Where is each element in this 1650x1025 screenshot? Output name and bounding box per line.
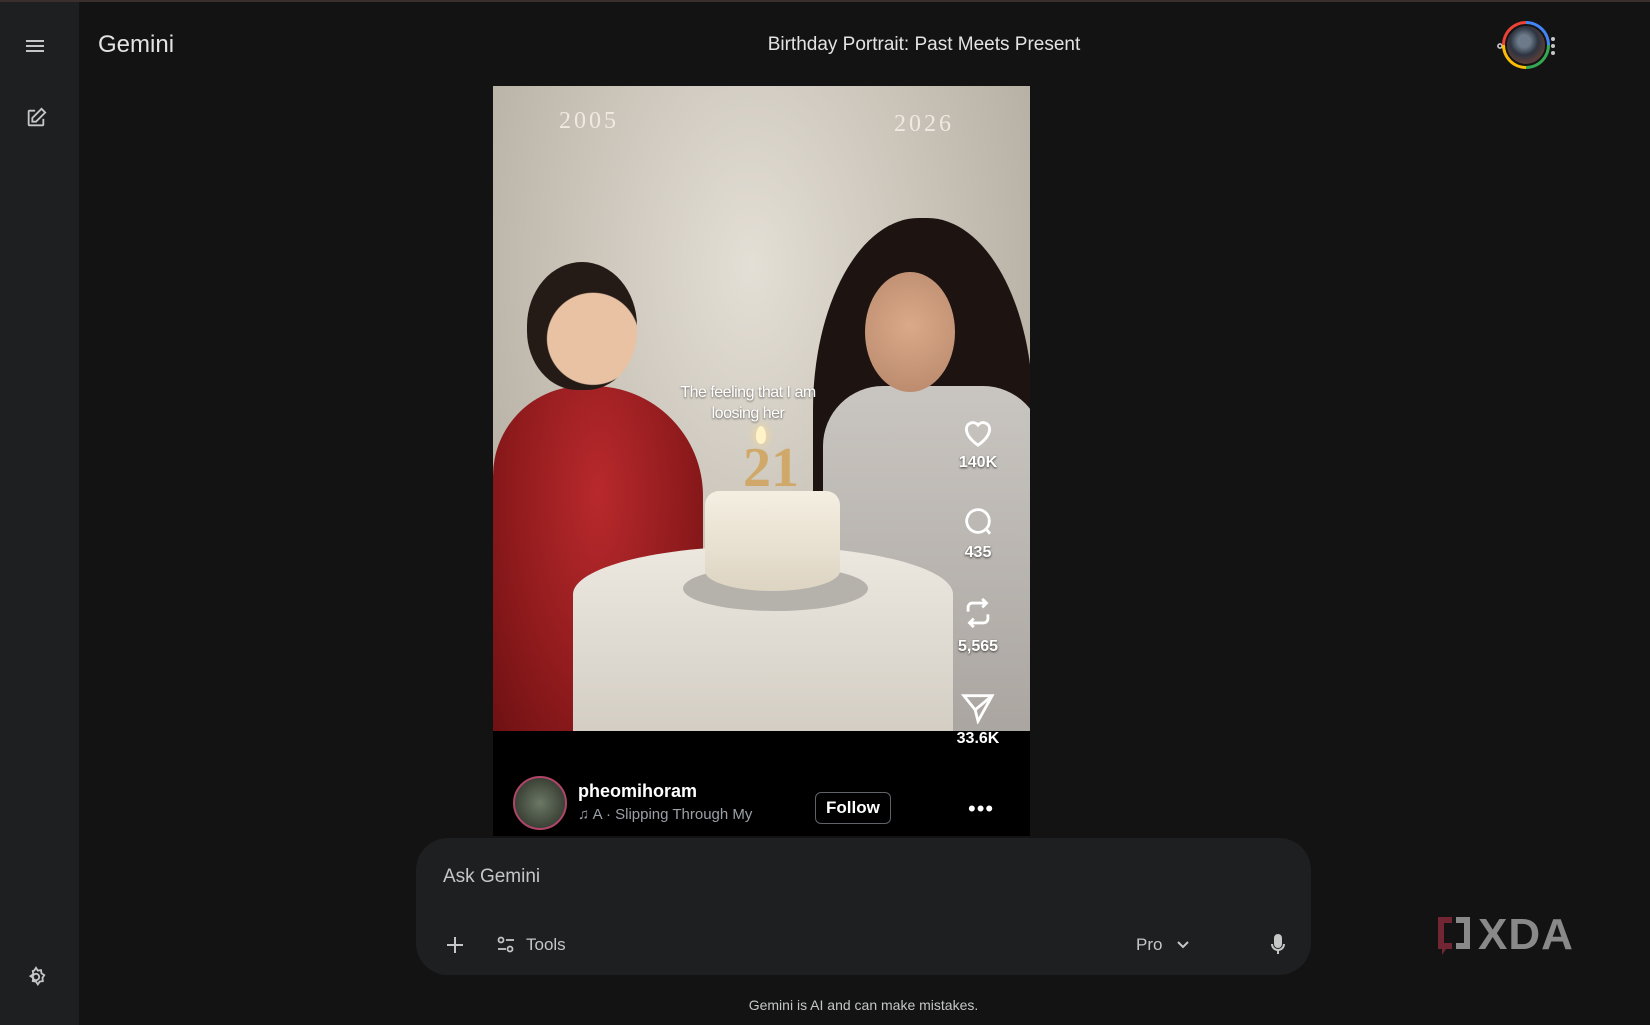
author-avatar[interactable] — [513, 776, 567, 830]
comment-action[interactable]: 435 — [933, 504, 1023, 562]
author-handle[interactable]: pheomihoram — [578, 781, 697, 802]
share-action[interactable]: 33.6K — [933, 690, 1023, 748]
tools-icon — [497, 936, 514, 953]
ai-disclaimer: Gemini is AI and can make mistakes. — [748, 997, 979, 1013]
microphone-icon — [1271, 934, 1285, 954]
year-right: 2026 — [894, 111, 954, 137]
conversation-title[interactable]: Birthday Portrait: Past Meets Present — [679, 34, 1169, 56]
audio-track[interactable]: ♫ A · Slipping Through My — [578, 806, 752, 823]
candle-flame — [756, 426, 766, 444]
xda-logo-icon — [1438, 917, 1470, 955]
music-note-icon: ♫ — [578, 806, 590, 823]
like-action[interactable]: 140K — [933, 416, 1023, 472]
gemini-app: Gemini Birthday Portrait: Past Meets Pre… — [0, 0, 1650, 1025]
comment-count: 435 — [964, 544, 992, 561]
watermark-text: XDA — [1478, 910, 1574, 959]
child-head — [527, 262, 637, 390]
number-candle: 21 — [743, 437, 799, 499]
post-author: pheomihoram ♫ A · Slipping Through My Fo… — [513, 776, 1013, 836]
track-label: A · Slipping Through My — [592, 806, 753, 823]
chevron-down-icon — [1177, 941, 1190, 949]
menu-icon[interactable] — [16, 26, 56, 66]
xda-watermark: XDA — [1434, 910, 1574, 960]
follow-button[interactable]: Follow — [815, 792, 891, 824]
settings-icon[interactable] — [16, 957, 56, 997]
new-chat-edit-icon[interactable] — [16, 98, 56, 138]
microphone-button[interactable] — [1259, 926, 1297, 964]
tools-button[interactable]: Tools — [496, 928, 566, 962]
more-horiz-icon[interactable]: ••• — [968, 796, 994, 822]
prompt-composer: Ask Gemini Tools Pro — [416, 838, 1311, 975]
comment-icon — [965, 508, 992, 535]
video-caption: The feeling that I am loosing her — [680, 384, 816, 422]
plus-icon — [447, 937, 463, 953]
avatar-image — [1505, 24, 1547, 66]
model-label: Pro — [1136, 935, 1163, 954]
add-attachment-button[interactable] — [436, 926, 474, 964]
repost-count: 5,565 — [957, 638, 999, 655]
app-title: Gemini — [98, 31, 175, 58]
year-left: 2005 — [559, 108, 619, 134]
tools-label: Tools — [526, 935, 566, 954]
send-icon — [960, 694, 995, 724]
shared-video-card[interactable]: 21 2005 2026 The feeling that I am loosi… — [493, 86, 1030, 836]
like-count: 140K — [958, 454, 998, 471]
birthday-cake — [705, 491, 840, 591]
top-bar: Gemini Birthday Portrait: Past Meets Pre… — [79, 2, 1650, 88]
repost-icon — [966, 597, 990, 629]
sidebar-rail — [0, 2, 79, 1025]
account-avatar[interactable] — [1502, 21, 1550, 69]
prompt-input[interactable]: Ask Gemini — [443, 866, 540, 888]
heart-icon — [964, 421, 992, 447]
share-count: 33.6K — [956, 730, 1000, 747]
model-selector[interactable]: Pro — [1136, 928, 1190, 962]
woman-face — [865, 272, 955, 392]
repost-action[interactable]: 5,565 — [933, 594, 1023, 656]
